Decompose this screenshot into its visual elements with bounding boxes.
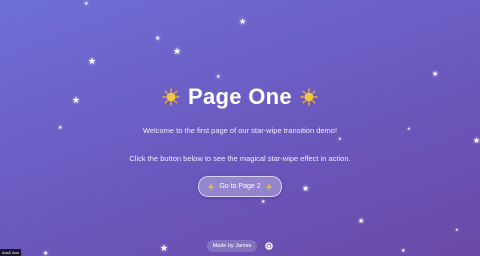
footer: Made by James	[0, 240, 480, 252]
go-to-page-2-button[interactable]: Go to Page 2	[198, 176, 282, 197]
star-icon: ★	[455, 227, 459, 232]
star-icon: ★	[432, 71, 439, 78]
star-icon: ★	[358, 218, 365, 225]
star-icon: ★	[155, 36, 161, 42]
title-row: Page One	[162, 84, 318, 110]
star-icon: ★	[173, 46, 182, 56]
instruction-text: Click the button below to see the magica…	[129, 154, 351, 163]
star-icon: ★	[84, 1, 89, 7]
sun-icon	[300, 88, 318, 106]
star-icon: ★	[239, 17, 247, 26]
corner-label: Aus2 Ann	[0, 249, 22, 256]
page-title: Page One	[188, 84, 292, 109]
star-icon: ★	[88, 56, 97, 66]
star-icon: ★	[261, 199, 266, 205]
intro-text: Welcome to the first page of our star-wi…	[142, 126, 338, 135]
star-icon: ★	[216, 74, 221, 80]
github-icon[interactable]	[265, 242, 274, 250]
go-button-label: Go to Page 2	[219, 183, 261, 190]
sparkle-icon	[264, 182, 273, 191]
main-content: Page One Welcome to the first page of ou…	[0, 84, 480, 197]
sun-icon	[162, 88, 180, 106]
author-badge[interactable]: Made by James	[206, 240, 258, 252]
sparkle-icon	[207, 182, 216, 191]
